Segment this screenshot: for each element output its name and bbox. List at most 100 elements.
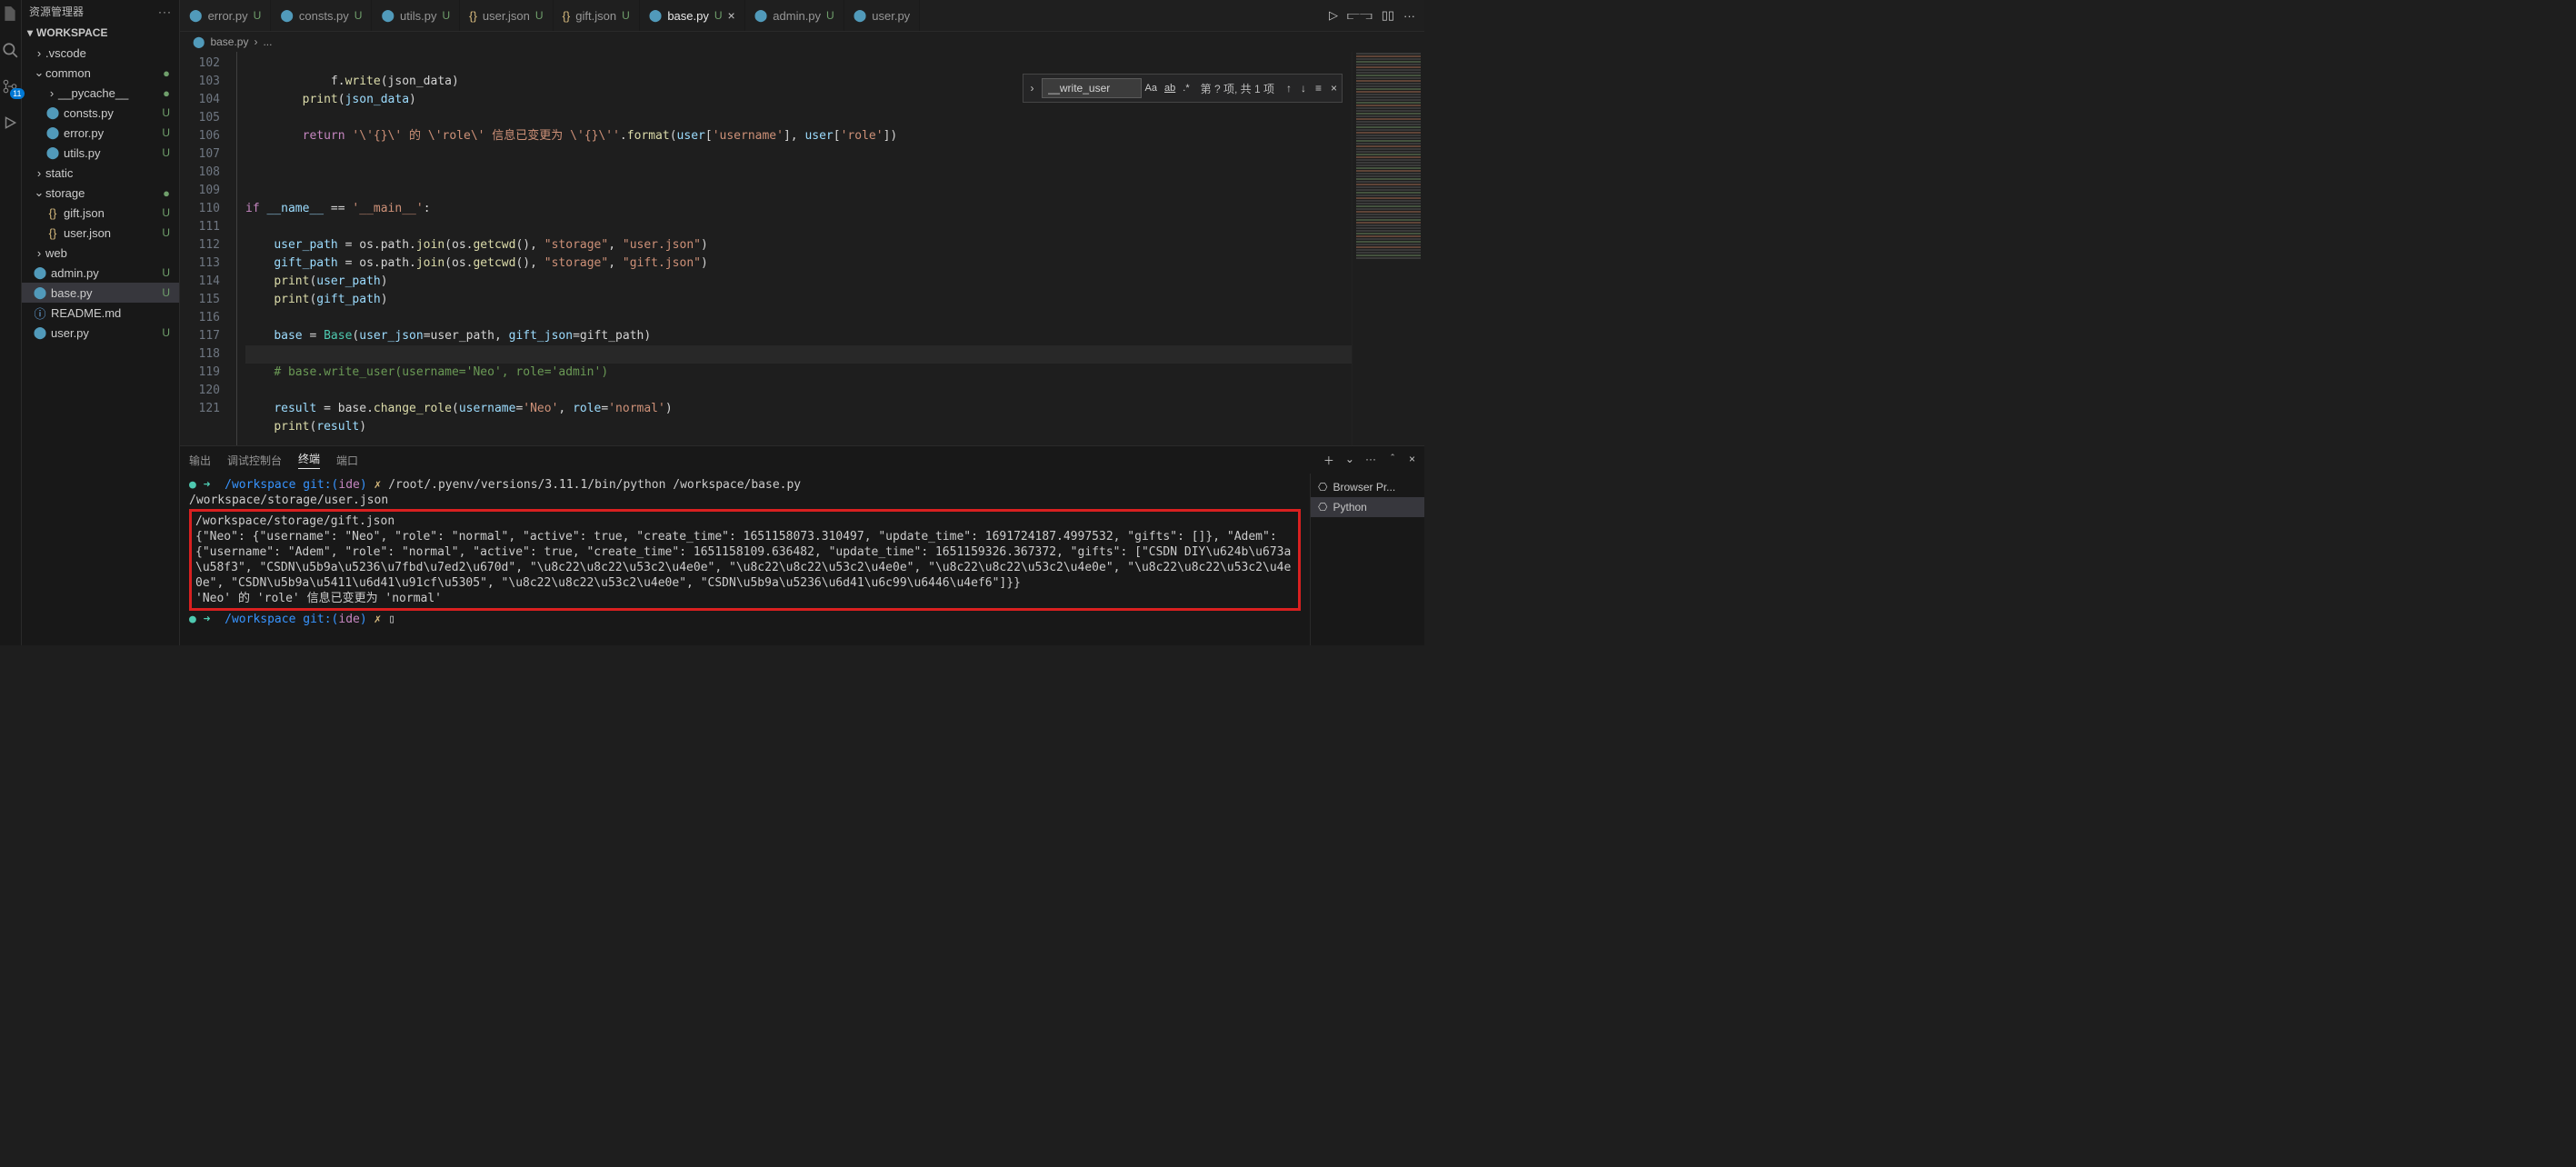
python-icon: ⬤ (193, 35, 205, 48)
bottom-panel: 输出 调试控制台 终端 端口 ＋ ⌄ ··· ＾ × ● ➜ /workspac… (180, 445, 1424, 645)
find-next-icon[interactable]: ↓ (1296, 82, 1311, 95)
find-prev-icon[interactable]: ↑ (1282, 82, 1296, 95)
folder-common[interactable]: ⌄common● (22, 63, 179, 83)
tab-gift-json[interactable]: {}gift.jsonU (554, 0, 640, 31)
workspace-label: WORKSPACE (36, 26, 107, 39)
find-result-info: 第 ? 项, 共 1 项 (1193, 81, 1282, 96)
more-actions-icon[interactable]: ··· (158, 5, 172, 18)
file-error[interactable]: ⬤error.pyU (22, 123, 179, 143)
panel-tab-debug[interactable]: 调试控制台 (227, 453, 282, 468)
file-readme[interactable]: ⓘREADME.md (22, 303, 179, 323)
find-regex-icon[interactable]: .* (1179, 83, 1193, 94)
find-word-icon[interactable]: ab (1161, 83, 1179, 94)
terminal-json-output: {"Neo": {"username": "Neo", "role": "nor… (195, 530, 1291, 590)
panel-tabs: 输出 调试控制台 终端 端口 ＋ ⌄ ··· ＾ × (180, 446, 1424, 474)
terminal-list: ⎔Browser Pr... ⎔Python (1310, 474, 1424, 645)
panel-tab-ports[interactable]: 端口 (336, 453, 358, 468)
fold-gutter (231, 52, 245, 445)
json-icon: {} (45, 226, 60, 240)
find-filter-icon[interactable]: ≡ (1311, 82, 1326, 95)
explorer-header: 资源管理器 ··· (22, 0, 179, 23)
tab-utils[interactable]: ⬤utils.pyU (372, 0, 460, 31)
python-icon: ⬤ (649, 8, 663, 23)
files-icon[interactable] (2, 5, 20, 24)
line-gutter: 1021031041051061071081091101111121131141… (180, 52, 231, 445)
python-icon: ⬤ (189, 8, 203, 23)
tab-base[interactable]: ⬤base.pyU× (640, 0, 745, 31)
editor[interactable]: › Aa ab .* 第 ? 项, 共 1 项 ↑ ↓ ≡ × 10210310… (180, 52, 1424, 445)
folder-web[interactable]: ›web (22, 243, 179, 263)
tab-admin[interactable]: ⬤admin.pyU (745, 0, 844, 31)
close-icon[interactable]: × (728, 8, 735, 23)
find-expand-icon[interactable]: › (1023, 82, 1042, 95)
cursor: ▯ (388, 613, 395, 626)
folder-storage[interactable]: ⌄storage● (22, 183, 179, 203)
compare-icon[interactable]: ⫍⫎ (1347, 8, 1373, 23)
python-icon: ⬤ (45, 105, 60, 120)
workspace-section[interactable]: ▾ WORKSPACE (22, 23, 179, 43)
split-icon[interactable]: ▯▯ (1382, 8, 1394, 23)
panel-tab-terminal[interactable]: 终端 (298, 451, 320, 469)
breadcrumb-more: ... (263, 35, 272, 48)
tab-consts[interactable]: ⬤consts.pyU (271, 0, 372, 31)
terminal-tab-python[interactable]: ⎔Python (1311, 497, 1424, 517)
terminal-tab-browser[interactable]: ⎔Browser Pr... (1311, 477, 1424, 497)
tab-error[interactable]: ⬤error.pyU (180, 0, 271, 31)
chevron-down-icon: ▾ (27, 26, 33, 39)
file-utils[interactable]: ⬤utils.pyU (22, 143, 179, 163)
python-icon: ⬤ (280, 8, 294, 23)
breadcrumb[interactable]: ⬤ base.py › ... (180, 32, 1424, 52)
terminal-icon: ⎔ (1318, 501, 1327, 514)
breadcrumb-sep: › (254, 35, 257, 48)
info-icon: ⓘ (33, 304, 47, 322)
json-icon: {} (469, 9, 477, 23)
panel-maximize-icon[interactable]: ＾ (1387, 453, 1398, 468)
file-gift-json[interactable]: {}gift.jsonU (22, 203, 179, 223)
tabbar-actions: ▷ ⫍⫎ ▯▯ ··· (1329, 0, 1424, 31)
panel-tab-output[interactable]: 输出 (189, 453, 211, 468)
minimap[interactable] (1352, 52, 1424, 445)
json-icon: {} (45, 206, 60, 220)
debug-icon[interactable] (2, 115, 20, 133)
terminal-more-icon[interactable]: ··· (1365, 453, 1376, 468)
python-icon: ⬤ (754, 8, 768, 23)
python-icon: ⬤ (45, 145, 60, 160)
panel-close-icon[interactable]: × (1409, 453, 1415, 468)
main-area: ⬤error.pyU ⬤consts.pyU ⬤utils.pyU {}user… (180, 0, 1424, 645)
run-icon[interactable]: ▷ (1329, 8, 1338, 23)
tab-user[interactable]: ⬤user.py (844, 0, 920, 31)
folder-vscode[interactable]: ›.vscode (22, 43, 179, 63)
code-content[interactable]: f.write(json_data) print(json_data) retu… (245, 52, 1352, 445)
folder-static[interactable]: ›static (22, 163, 179, 183)
python-icon: ⬤ (33, 265, 47, 280)
folder-pycache[interactable]: ›__pycache__● (22, 83, 179, 103)
find-case-icon[interactable]: Aa (1142, 83, 1161, 94)
terminal[interactable]: ● ➜ /workspace git:(ide) ✗ /root/.pyenv/… (180, 474, 1310, 645)
terminal-icon: ⎔ (1318, 481, 1327, 494)
file-user[interactable]: ⬤user.pyU (22, 323, 179, 343)
file-tree: ›.vscode ⌄common● ›__pycache__● ⬤consts.… (22, 43, 179, 343)
breadcrumb-file: base.py (210, 35, 248, 48)
new-terminal-icon[interactable]: ＋ (1323, 453, 1334, 468)
search-icon[interactable] (2, 42, 20, 60)
explorer-sidebar: 资源管理器 ··· ▾ WORKSPACE ›.vscode ⌄common● … (22, 0, 180, 645)
file-consts[interactable]: ⬤consts.pyU (22, 103, 179, 123)
python-icon: ⬤ (33, 325, 47, 340)
python-icon: ⬤ (381, 8, 394, 23)
tab-user-json[interactable]: {}user.jsonU (460, 0, 553, 31)
find-widget: › Aa ab .* 第 ? 项, 共 1 项 ↑ ↓ ≡ × (1023, 74, 1343, 103)
python-icon: ⬤ (45, 125, 60, 140)
file-user-json[interactable]: {}user.jsonU (22, 223, 179, 243)
find-close-icon[interactable]: × (1326, 82, 1342, 95)
more-icon[interactable]: ··· (1403, 9, 1415, 23)
python-icon: ⬤ (854, 8, 867, 23)
terminal-command: /root/.pyenv/versions/3.11.1/bin/python … (388, 478, 801, 492)
source-control-icon[interactable]: 11 (2, 78, 20, 96)
find-input[interactable] (1042, 78, 1142, 98)
highlighted-output: /workspace/storage/gift.json {"Neo": {"u… (189, 509, 1301, 611)
file-base[interactable]: ⬤base.pyU (22, 283, 179, 303)
file-admin[interactable]: ⬤admin.pyU (22, 263, 179, 283)
terminal-dropdown-icon[interactable]: ⌄ (1345, 453, 1354, 468)
editor-tabs: ⬤error.pyU ⬤consts.pyU ⬤utils.pyU {}user… (180, 0, 1424, 32)
python-icon: ⬤ (33, 285, 47, 300)
